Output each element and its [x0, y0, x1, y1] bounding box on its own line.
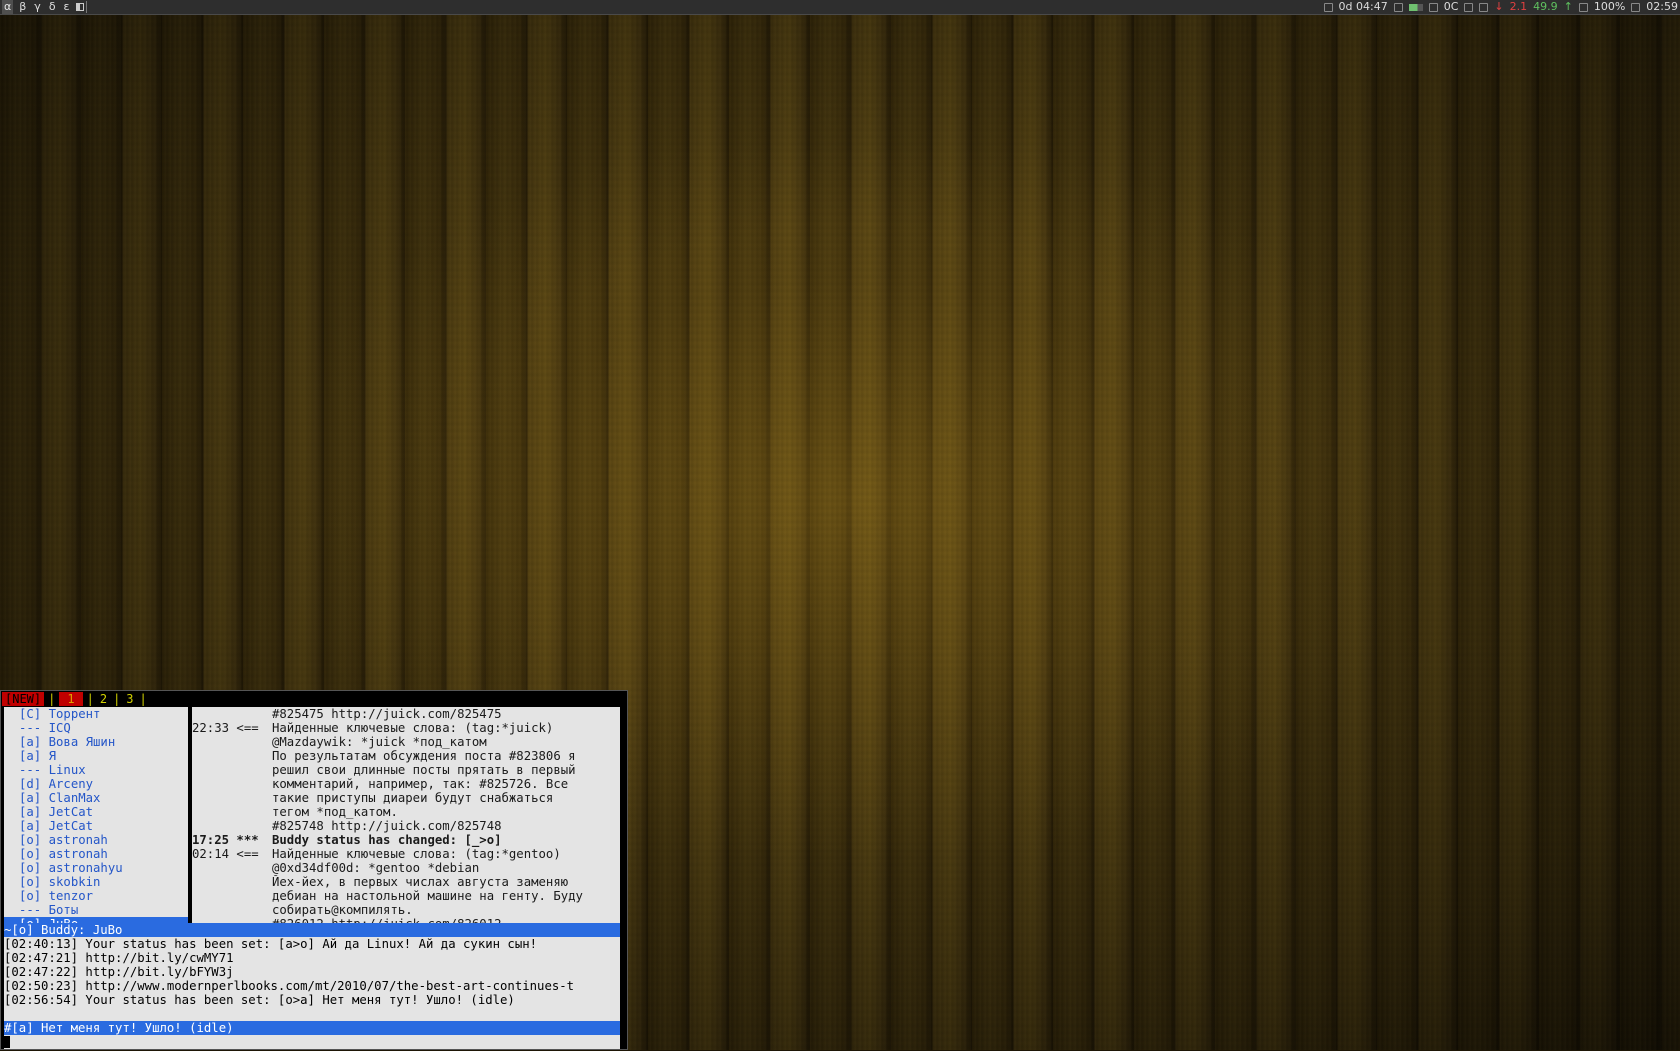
chat-line: тегом *под_катом. [192, 805, 620, 819]
buddy-item[interactable]: [C] Торрент [4, 707, 188, 721]
net-down-text: 2.1 [1509, 0, 1528, 13]
buddy-item[interactable]: [o] astronah [4, 847, 188, 861]
chat-line: #825748 http://juick.com/825748 [192, 819, 620, 833]
chat-line: #825475 http://juick.com/825475 [192, 707, 620, 721]
status-log: [02:40:13] Your status has been set: [a>… [4, 937, 620, 1021]
log-line: [02:50:23] http://www.modernperlbooks.co… [4, 979, 575, 993]
workspace-1[interactable]: α [2, 0, 14, 14]
upload-arrow-icon: ↑ [1563, 0, 1573, 13]
text-cursor [4, 1036, 10, 1048]
workspace-4[interactable]: δ [47, 0, 58, 14]
chat-line: 22:33 <== Найденные ключевые слова: (tag:… [192, 721, 620, 735]
new-indicator: [NEW] [2, 691, 45, 706]
cpu-load-bar [1408, 3, 1423, 11]
buddy-status-bar: ~[o] Buddy: JuBo [4, 923, 620, 937]
chat-window: #825475 http://juick.com/825475 22:33 <==… [192, 707, 620, 923]
log-line: [02:56:54] Your status has been set: [o>… [4, 993, 515, 1007]
top-panel: α β γ δ ε 0d 04:47 0C ↓ 2.1 49.9 ↑ 100% … [0, 0, 1680, 15]
chat-message: тегом *под_катом. [272, 805, 398, 819]
volume-text: 100% [1593, 0, 1626, 13]
chat-message: комментарий, например, так: #825726. Все [272, 777, 569, 791]
chat-line: решил свои длинные посты прятать в первы… [192, 763, 620, 777]
disk-icon [1479, 2, 1489, 12]
tab-1[interactable]: 1 [59, 691, 83, 706]
panel-separator [86, 1, 87, 13]
chat-timestamp: 17:25 *** [192, 833, 259, 847]
buddy-item[interactable]: [a] JetCat [4, 819, 188, 833]
buddy-item[interactable]: [o] tenzor [4, 889, 188, 903]
terminal-window[interactable]: [NEW] | 1 | 2 | 3 | [C] Торрент --- ICQ [a… [0, 690, 628, 1050]
chat-line: дебиан на настольной машине на генту. Бу… [192, 889, 620, 903]
chat-line: Йех-йех, в первых числах августа заменяю [192, 875, 620, 889]
download-arrow-icon: ↓ [1494, 0, 1504, 13]
chat-line: По результатам обсуждения поста #823806 … [192, 749, 620, 763]
chat-timestamp: 22:33 <== [192, 721, 259, 735]
pane-divider [189, 707, 191, 923]
buddy-item[interactable]: [d] Arceny [4, 777, 188, 791]
chat-message: @0xd34df00d: *gentoo *debian [272, 861, 480, 875]
chat-line: @Mazdaywik: *juick *под_катом [192, 735, 620, 749]
command-input[interactable] [4, 1035, 620, 1049]
chat-message: собирать@компилять. [272, 903, 413, 917]
cpu-icon [1393, 2, 1403, 12]
own-status-bar: #[a] Нет меня тут! Ушло! (idle) [4, 1021, 620, 1035]
layout-icon[interactable] [75, 3, 84, 11]
volume-icon[interactable] [1578, 2, 1588, 12]
chat-message: решил свои длинные посты прятать в первы… [272, 763, 576, 777]
temperature-icon [1428, 2, 1438, 12]
chat-message: #825475 http://juick.com/825475 [272, 707, 502, 721]
workspace-5[interactable]: ε [62, 0, 72, 14]
chat-message: #825748 http://juick.com/825748 [272, 819, 502, 833]
chat-line: комментарий, например, так: #825726. Все [192, 777, 620, 791]
screen-tab-bar: [NEW] | 1 | 2 | 3 | [2, 691, 151, 706]
chat-line: такие приступы диареи будут снабжаться [192, 791, 620, 805]
chat-message: Buddy status has changed: [_>o] [272, 833, 502, 847]
buddy-item[interactable]: [a] ClanMax [4, 791, 188, 805]
chat-timestamp: 02:14 <== [192, 847, 259, 861]
buddy-group[interactable]: --- Linux [4, 763, 188, 777]
chat-message: дебиан на настольной машине на генту. Бу… [272, 889, 583, 903]
chat-line: собирать@компилять. [192, 903, 620, 917]
status-area: 0d 04:47 0C ↓ 2.1 49.9 ↑ 100% 02:59 [1323, 0, 1678, 14]
uptime-text: 0d 04:47 [1338, 0, 1388, 13]
workspace-2[interactable]: β [17, 0, 28, 14]
workspace-3[interactable]: γ [32, 0, 43, 14]
chat-message: Найденные ключевые слова: (tag:*juick) [272, 721, 554, 735]
buddy-group[interactable]: --- ICQ [4, 721, 188, 735]
log-line: [02:47:22] http://bit.ly/bFYW3j [4, 965, 234, 979]
buddy-item[interactable]: [a] Я [4, 749, 188, 763]
tab-separator: | [48, 691, 56, 706]
power-icon [1323, 2, 1333, 12]
chat-message: Йех-йех, в первых числах августа заменяю [272, 875, 569, 889]
chat-message: @Mazdaywik: *juick *под_катом [272, 735, 487, 749]
tab-separator: | [139, 691, 147, 706]
buddy-item[interactable]: [a] Вова Яшин [4, 735, 188, 749]
chat-line: @0xd34df00d: *gentoo *debian [192, 861, 620, 875]
clock-text: 02:59 [1646, 0, 1678, 13]
chat-message: По результатам обсуждения поста #823806 … [272, 749, 576, 763]
clock-icon [1631, 2, 1641, 12]
chat-line: 02:14 <== Найденные ключевые слова: (tag:… [192, 847, 620, 861]
log-line: [02:40:13] Your status has been set: [a>… [4, 937, 538, 951]
chat-message: такие приступы диареи будут снабжаться [272, 791, 554, 805]
buddy-group[interactable]: --- Боты [4, 903, 188, 917]
buddy-item[interactable]: [o] astronah [4, 833, 188, 847]
chat-message: Найденные ключевые слова: (tag:*gentoo) [272, 847, 561, 861]
chat-line: 17:25 *** Buddy status has changed: [_>o] [192, 833, 620, 847]
buddy-item[interactable]: [o] skobkin [4, 875, 188, 889]
tab-separator: | [113, 691, 121, 706]
tab-separator: | [86, 691, 94, 706]
cpu-temp-text: 0C [1443, 0, 1459, 13]
tab-3[interactable]: 3 [124, 692, 135, 706]
workspace-switcher: α β γ δ ε [2, 0, 84, 14]
log-line: [02:47:21] http://bit.ly/cwMY71 [4, 951, 234, 965]
net-up-text: 49.9 [1533, 0, 1558, 13]
memory-icon [1464, 2, 1474, 12]
buddy-list: [C] Торрент --- ICQ [a] Вова Яшин [a] Я --- … [4, 707, 188, 923]
buddy-item[interactable]: [o] astronahyu [4, 861, 188, 875]
tab-2[interactable]: 2 [98, 692, 109, 706]
buddy-item[interactable]: [a] JetCat [4, 805, 188, 819]
